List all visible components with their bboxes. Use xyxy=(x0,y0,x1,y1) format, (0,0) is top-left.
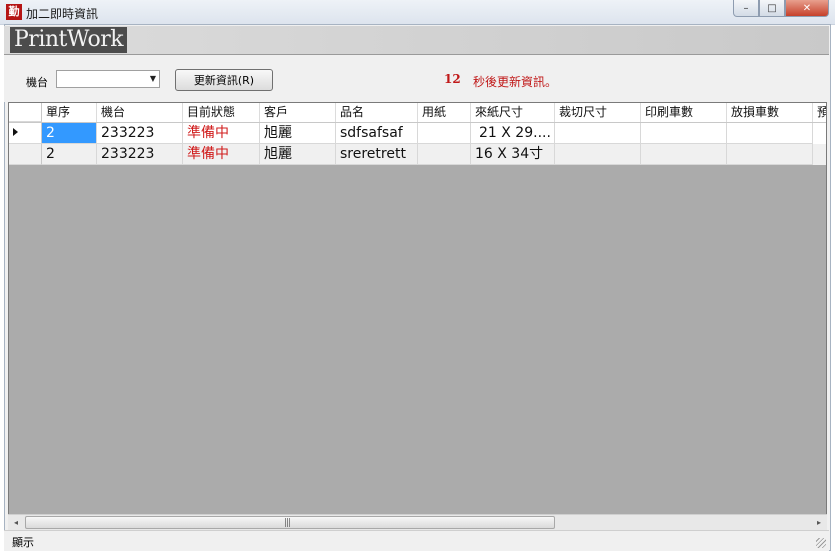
cell-order[interactable]: 2 xyxy=(42,123,97,144)
cell-product[interactable]: sdfsafsaf xyxy=(336,123,418,144)
cell-machine[interactable]: 233223 xyxy=(97,144,183,165)
current-row-arrow-icon xyxy=(13,128,18,136)
chevron-down-icon[interactable]: ▼ xyxy=(150,74,156,83)
cell-customer[interactable]: 旭麗 xyxy=(260,123,336,144)
column-header-print-runs[interactable]: 印刷車數 xyxy=(641,103,727,122)
machine-combobox[interactable]: ▼ xyxy=(56,70,160,88)
cell-incoming-size[interactable]: 21 X 29.... xyxy=(471,123,555,144)
column-header-incoming-size[interactable]: 來紙尺寸 xyxy=(471,103,555,122)
cell-cut-size[interactable] xyxy=(555,123,641,144)
minimize-button[interactable]: – xyxy=(733,0,759,17)
resize-grip-icon[interactable] xyxy=(816,538,826,548)
cell-waste-runs[interactable] xyxy=(727,144,813,165)
column-header-cut-size[interactable]: 裁切尺寸 xyxy=(555,103,641,122)
column-header-extra[interactable]: 預 xyxy=(813,103,826,122)
countdown-seconds: 12 xyxy=(444,72,461,86)
cell-order[interactable]: 2 xyxy=(42,144,97,165)
cell-print-runs[interactable] xyxy=(641,123,727,144)
row-selector[interactable] xyxy=(9,123,42,144)
cell-product[interactable]: sreretrett xyxy=(336,144,418,165)
window-title: 加二即時資訊 xyxy=(26,7,99,21)
column-header-waste-runs[interactable]: 放損車數 xyxy=(727,103,813,122)
column-header-machine[interactable]: 機台 xyxy=(97,103,183,122)
cell-status[interactable]: 準備中 xyxy=(183,123,260,144)
scrollbar-grip: ||| xyxy=(284,518,291,528)
horizontal-scrollbar[interactable]: ◂ ||| ▸ xyxy=(8,514,827,530)
column-header-status[interactable]: 目前狀態 xyxy=(183,103,260,122)
scrollbar-thumb[interactable]: ||| xyxy=(25,516,555,529)
app-icon: 勤 xyxy=(6,4,22,20)
refresh-button[interactable]: 更新資訊(R) xyxy=(175,69,273,91)
cell-print-runs[interactable] xyxy=(641,144,727,165)
machine-label: 機台 xyxy=(26,76,48,89)
toolbar: 機台 ▼ 更新資訊(R) 12 秒後更新資訊。 xyxy=(4,55,829,102)
cell-cut-size[interactable] xyxy=(555,144,641,165)
column-header-product[interactable]: 品名 xyxy=(336,103,418,122)
close-button[interactable]: ✕ xyxy=(785,0,829,17)
cell-paper[interactable] xyxy=(418,144,471,165)
scroll-right-arrow-icon[interactable]: ▸ xyxy=(811,515,827,530)
cell-status[interactable]: 準備中 xyxy=(183,144,260,165)
column-header-paper[interactable]: 用紙 xyxy=(418,103,471,122)
data-grid[interactable]: 單序 機台 目前狀態 客戶 品名 用紙 來紙尺寸 裁切尺寸 印刷車數 放損車數 … xyxy=(8,102,827,529)
scroll-left-arrow-icon[interactable]: ◂ xyxy=(8,515,24,530)
column-header-order[interactable]: 單序 xyxy=(42,103,97,122)
grid-header: 單序 機台 目前狀態 客戶 品名 用紙 來紙尺寸 裁切尺寸 印刷車數 放損車數 … xyxy=(9,103,826,123)
printwork-logo: PrintWork xyxy=(10,27,128,53)
logo-banner: PrintWork xyxy=(4,26,829,55)
countdown-text: 秒後更新資訊。 xyxy=(473,75,558,89)
title-bar: 勤 加二即時資訊 – □ ✕ xyxy=(0,0,835,25)
cell-machine[interactable]: 233223 xyxy=(97,123,183,144)
column-header-customer[interactable]: 客戶 xyxy=(260,103,336,122)
row-selector[interactable] xyxy=(9,144,42,165)
cell-waste-runs[interactable] xyxy=(727,123,813,144)
status-text: 顯示 xyxy=(12,536,34,549)
window-controls: – □ ✕ xyxy=(733,0,829,18)
table-row[interactable]: 2 233223 準備中 旭麗 sreretrett 16 X 34寸 xyxy=(9,144,826,165)
maximize-button[interactable]: □ xyxy=(759,0,785,17)
status-bar: 顯示 xyxy=(4,530,829,551)
cell-paper[interactable] xyxy=(418,123,471,144)
table-row[interactable]: 2 233223 準備中 旭麗 sdfsafsaf 21 X 29.... xyxy=(9,123,826,144)
cell-incoming-size[interactable]: 16 X 34寸 xyxy=(471,144,555,165)
cell-customer[interactable]: 旭麗 xyxy=(260,144,336,165)
grid-corner-cell[interactable] xyxy=(9,103,42,122)
